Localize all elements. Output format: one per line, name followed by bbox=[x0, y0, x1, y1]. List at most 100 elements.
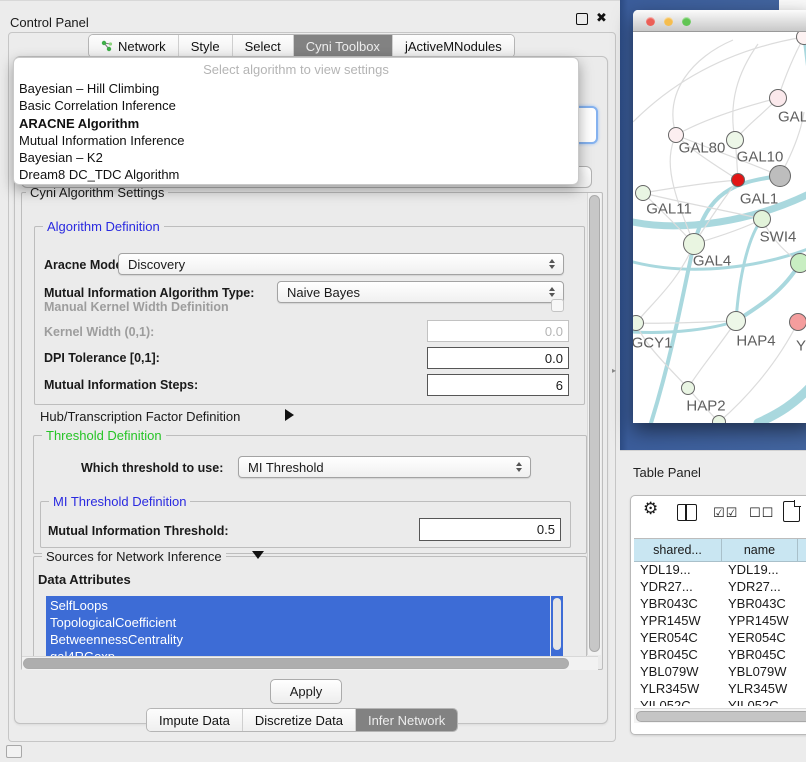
clear-all-checkboxes-icon[interactable]: ☐☐ bbox=[749, 505, 774, 521]
mi-threshold-definition-title: MI Threshold Definition bbox=[49, 494, 190, 509]
algorithm-dropdown-popup: Select algorithm to view settings Bayesi… bbox=[13, 57, 579, 185]
table-header-row: shared... name A bbox=[634, 538, 806, 562]
columns-icon[interactable] bbox=[677, 504, 697, 521]
column-header-partial[interactable]: A bbox=[798, 539, 806, 561]
select-all-checkboxes-icon[interactable]: ☑☑ bbox=[713, 505, 738, 521]
tab-impute-data[interactable]: Impute Data bbox=[147, 709, 243, 731]
network-node[interactable] bbox=[753, 210, 771, 228]
network-node-label: GAL10 bbox=[737, 149, 784, 166]
table-row[interactable]: YIL052C YIL052C 0. bbox=[634, 698, 806, 706]
network-node[interactable] bbox=[726, 131, 744, 149]
network-node[interactable] bbox=[789, 313, 806, 331]
data-attribute-item[interactable]: BetweennessCentrality bbox=[46, 630, 550, 647]
network-node[interactable] bbox=[731, 173, 745, 187]
zoom-traffic-light-icon[interactable] bbox=[682, 17, 691, 26]
table-row[interactable]: YBR045C YBR045C 9. bbox=[634, 647, 806, 664]
network-node[interactable] bbox=[712, 415, 726, 423]
table-row[interactable]: YER054C YER054C 8. bbox=[634, 630, 806, 647]
network-node-label: HAP4 bbox=[736, 333, 775, 350]
tab-infer-network[interactable]: Infer Network bbox=[356, 709, 457, 731]
tab-network[interactable]: Network bbox=[89, 35, 179, 57]
which-threshold-value: MI Threshold bbox=[248, 460, 512, 475]
manual-kernel-checkbox[interactable] bbox=[551, 299, 564, 312]
mi-threshold-field[interactable]: 0.5 bbox=[419, 518, 561, 541]
dpi-tolerance-field[interactable]: 0.0 bbox=[427, 347, 569, 369]
expand-arrow-icon[interactable] bbox=[285, 409, 294, 421]
control-panel-tabs: Network Style Select Cyni Toolbox jActiv… bbox=[88, 34, 515, 58]
tab-jactivemnodules[interactable]: jActiveMNodules bbox=[393, 35, 514, 57]
data-attributes-label: Data Attributes bbox=[38, 572, 131, 587]
tab-style[interactable]: Style bbox=[179, 35, 233, 57]
mi-type-combo[interactable]: Naive Bayes bbox=[277, 281, 564, 303]
which-threshold-combo[interactable]: MI Threshold bbox=[238, 456, 531, 478]
algorithm-list-item[interactable]: Bayesian – Hill Climbing bbox=[14, 80, 578, 97]
network-node[interactable] bbox=[790, 253, 806, 273]
close-traffic-light-icon[interactable] bbox=[646, 17, 655, 26]
network-node[interactable] bbox=[769, 89, 787, 107]
algorithm-list-item[interactable]: Dream8 DC_TDC Algorithm bbox=[14, 166, 578, 183]
table-panel: ⚙ ☑☑ ☐☐ shared... name A YDL19... YDL19.… bbox=[630, 495, 806, 735]
table-row[interactable]: YPR145W YPR145W 9. bbox=[634, 613, 806, 630]
network-node[interactable] bbox=[681, 381, 695, 395]
table-row[interactable]: YDR27... YDR27... 12 bbox=[634, 579, 806, 596]
collapse-arrow-icon[interactable] bbox=[252, 551, 264, 559]
spinner-arrows-icon bbox=[512, 462, 526, 472]
tab-cyni-toolbox[interactable]: Cyni Toolbox bbox=[294, 35, 393, 57]
mi-type-label: Mutual Information Algorithm Type: bbox=[44, 286, 254, 300]
splitter-handle[interactable]: ▸ bbox=[612, 366, 617, 372]
screen: Control Panel ✖ Network Style Select Cyn… bbox=[0, 0, 806, 762]
table-row[interactable]: YBR043C YBR043C bbox=[634, 596, 806, 613]
network-canvas[interactable]: GALGAL80GAL10GAL1GAL11SWI4GAL4GCY1HAP4YH… bbox=[633, 32, 806, 423]
network-node-label: GAL80 bbox=[679, 140, 726, 157]
kernel-width-field[interactable]: 0.0 bbox=[427, 320, 569, 342]
tab-select[interactable]: Select bbox=[233, 35, 294, 57]
network-icon bbox=[101, 40, 113, 52]
data-attribute-item[interactable]: gal4RGexp bbox=[46, 647, 550, 656]
sources-title: Sources for Network Inference bbox=[42, 549, 226, 564]
settings-horizontal-scrollbar[interactable] bbox=[22, 656, 598, 670]
minimized-panel-icon[interactable] bbox=[6, 745, 22, 758]
algorithm-list-item[interactable]: Bayesian – K2 bbox=[14, 149, 578, 166]
aracne-mode-combo[interactable]: Discovery bbox=[118, 253, 564, 275]
mi-steps-field[interactable]: 6 bbox=[427, 374, 569, 396]
network-window-titlebar[interactable] bbox=[633, 10, 806, 32]
network-node-label: GAL bbox=[778, 109, 806, 126]
algorithm-list-item[interactable]: Mutual Information Inference bbox=[14, 132, 578, 149]
network-node-label: GAL4 bbox=[693, 253, 731, 270]
table-row[interactable]: YBL079W YBL079W bbox=[634, 664, 806, 681]
aracne-mode-value: Discovery bbox=[128, 257, 545, 272]
table-body: YDL19... YDL19... 13 YDR27... YDR27... 1… bbox=[634, 562, 806, 706]
threshold-definition-title: Threshold Definition bbox=[42, 428, 166, 443]
tab-discretize-data[interactable]: Discretize Data bbox=[243, 709, 356, 731]
algorithm-list-item[interactable]: Basic Correlation Inference bbox=[14, 97, 578, 114]
data-attribute-item[interactable]: TopologicalCoefficient bbox=[46, 613, 550, 630]
data-attribute-item[interactable]: SelfLoops bbox=[46, 596, 550, 613]
algorithm-list-item[interactable]: ARACNE Algorithm bbox=[14, 115, 578, 132]
network-node[interactable] bbox=[769, 165, 791, 187]
table-row[interactable]: YLR345W YLR345W 9. bbox=[634, 681, 806, 698]
settings-vertical-scrollbar[interactable] bbox=[587, 193, 601, 655]
close-panel-icon[interactable]: ✖ bbox=[596, 10, 607, 26]
kernel-width-label: Kernel Width (0,1): bbox=[44, 325, 154, 339]
apply-button[interactable]: Apply bbox=[270, 679, 342, 704]
spinner-arrows-icon bbox=[545, 259, 559, 269]
column-header-name[interactable]: name bbox=[722, 539, 798, 561]
attributes-scrollbar[interactable] bbox=[551, 596, 563, 656]
mi-type-value: Naive Bayes bbox=[287, 285, 545, 300]
bottom-tabs: Impute Data Discretize Data Infer Networ… bbox=[146, 708, 458, 732]
network-node[interactable] bbox=[635, 185, 651, 201]
mi-steps-label: Mutual Information Steps: bbox=[44, 378, 198, 392]
network-node[interactable] bbox=[726, 311, 746, 331]
float-panel-icon[interactable] bbox=[576, 13, 588, 25]
gear-icon[interactable]: ⚙ bbox=[643, 499, 658, 519]
control-panel-titlebar bbox=[0, 0, 620, 33]
which-threshold-label: Which threshold to use: bbox=[81, 461, 223, 475]
minimize-traffic-light-icon[interactable] bbox=[664, 17, 673, 26]
algorithm-definition-title: Algorithm Definition bbox=[43, 219, 164, 234]
column-header-shared-name[interactable]: shared... bbox=[634, 539, 722, 561]
table-panel-title: Table Panel bbox=[633, 465, 701, 480]
table-horizontal-scrollbar[interactable] bbox=[634, 708, 806, 723]
import-table-icon[interactable] bbox=[783, 501, 800, 522]
network-window: GALGAL80GAL10GAL1GAL11SWI4GAL4GCY1HAP4YH… bbox=[633, 10, 806, 423]
table-row[interactable]: YDL19... YDL19... 13 bbox=[634, 562, 806, 579]
